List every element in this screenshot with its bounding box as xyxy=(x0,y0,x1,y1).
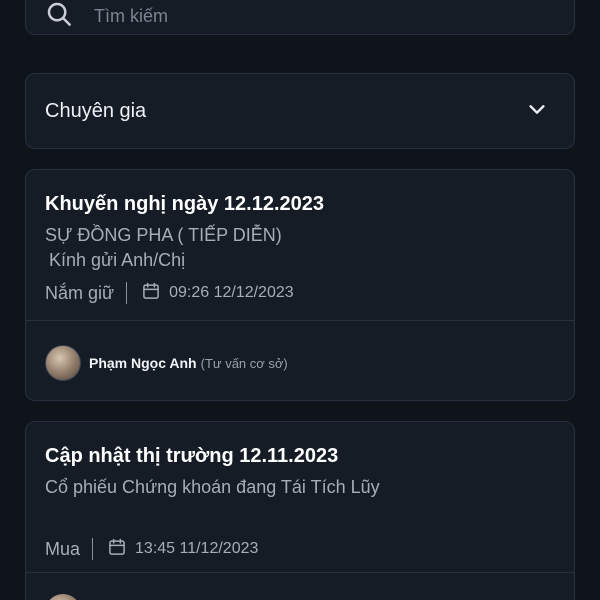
recommendation-action: Nắm giữ xyxy=(45,282,115,303)
search-input[interactable] xyxy=(94,6,514,27)
post-meta: Nắm giữ 09:26 12/12/2023 xyxy=(45,278,555,308)
screen: Chuyên gia Khuyến nghị ngày 12.12.2023 S… xyxy=(0,0,600,600)
avatar xyxy=(45,345,81,381)
meta-divider xyxy=(92,538,94,560)
post-card[interactable]: Khuyến nghị ngày 12.12.2023 SỰ ĐỒNG PHA … xyxy=(25,169,575,401)
recommendation-action: Mua xyxy=(45,538,81,559)
avatar xyxy=(45,594,81,600)
chevron-down-icon[interactable] xyxy=(526,98,548,125)
calendar-icon xyxy=(107,537,135,562)
search-icon[interactable] xyxy=(44,0,74,34)
author-name: Phạm Ngọc Anh xyxy=(89,355,197,371)
calendar-icon xyxy=(141,281,169,306)
post-author[interactable]: Phạm Ngọc Anh (Tư vấn cơ sở) xyxy=(45,345,288,381)
card-divider xyxy=(26,572,574,573)
search-bar[interactable] xyxy=(25,0,575,35)
post-greeting: Kính gửi Anh/Chị xyxy=(49,250,186,270)
post-title: Khuyến nghị ngày 12.12.2023 xyxy=(45,193,324,215)
post-subtitle: Cổ phiếu Chứng khoán đang Tái Tích Lũy xyxy=(45,477,380,497)
post-timestamp: 09:26 12/12/2023 xyxy=(169,284,294,301)
post-card[interactable]: Cập nhật thị trường 12.11.2023 Cổ phiếu … xyxy=(25,421,575,600)
card-divider xyxy=(26,320,574,321)
author-role: (Tư vấn cơ sở) xyxy=(200,355,288,371)
post-meta: Mua 13:45 11/12/2023 xyxy=(45,534,555,564)
post-title: Cập nhật thị trường 12.11.2023 xyxy=(45,445,339,467)
dropdown-selected-label: Chuyên gia xyxy=(45,99,147,122)
post-subtitle: SỰ ĐỒNG PHA ( TIẾP DIỄN) xyxy=(45,225,282,245)
meta-divider xyxy=(126,282,128,304)
expert-filter-dropdown[interactable]: Chuyên gia xyxy=(25,73,575,149)
post-timestamp: 13:45 11/12/2023 xyxy=(135,540,259,557)
